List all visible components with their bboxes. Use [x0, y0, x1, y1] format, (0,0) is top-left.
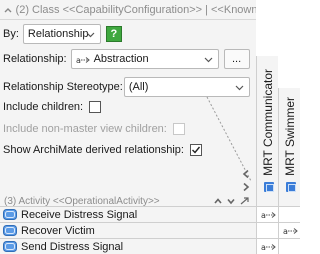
part-icon	[286, 182, 296, 192]
table-row[interactable]: Receive Distress Signal a	[0, 206, 300, 222]
relationship-label: Relationship:	[3, 53, 67, 65]
column-header-mrt-communicator[interactable]: MRT Communicator	[256, 56, 278, 206]
column-label: MRT Swimmer	[283, 97, 297, 176]
expand-down-icon[interactable]	[226, 196, 236, 206]
svg-text:a: a	[261, 243, 266, 252]
matrix-cell[interactable]	[278, 207, 300, 222]
help-button[interactable]: ?	[105, 26, 122, 42]
by-row: By: Relationship ?	[3, 24, 122, 44]
svg-text:a: a	[283, 227, 288, 236]
svg-text:a: a	[76, 56, 81, 65]
checkmark-icon	[191, 146, 201, 154]
relationship-direction-icon	[240, 197, 249, 205]
relationship-select-value: Abstraction	[93, 53, 149, 65]
abstraction-icon: a	[261, 243, 276, 252]
include-nonmaster-label: Include non-master view children:	[3, 123, 167, 135]
collapse-up-icon[interactable]	[213, 196, 223, 206]
table-row[interactable]: Recover Victim a	[0, 222, 300, 238]
row-label: Send Distress Signal	[21, 240, 124, 253]
include-children-label: Include children:	[3, 101, 84, 113]
show-archimate-row: Show ArchiMate derived relationship:	[3, 144, 202, 156]
class-section-header[interactable]: (2) Class <<CapabilityConfiguration>> | …	[0, 0, 256, 20]
row-header: Recover Victim	[0, 223, 256, 238]
abstraction-icon: a	[283, 227, 298, 236]
matrix-cell[interactable]: a	[256, 239, 278, 254]
chevron-down-icon	[235, 85, 244, 91]
matrix-cell[interactable]: a	[278, 223, 300, 238]
row-header: Receive Distress Signal	[0, 207, 256, 222]
include-nonmaster-row: Include non-master view children:	[3, 123, 185, 135]
matrix-cell[interactable]	[256, 223, 278, 238]
scroll-left-icon[interactable]	[241, 169, 251, 179]
activity-icon	[3, 241, 17, 252]
chevron-down-icon	[86, 32, 95, 38]
matrix-cell[interactable]: a	[256, 207, 278, 222]
criteria-panel: (2) Class <<CapabilityConfiguration>> | …	[0, 0, 256, 206]
relationship-row: Relationship: a Abstraction ...	[3, 49, 250, 69]
by-select[interactable]: Relationship	[22, 24, 101, 44]
matrix-cell[interactable]	[278, 239, 300, 254]
chevron-down-icon	[204, 57, 213, 63]
abstraction-icon: a	[76, 56, 90, 65]
activity-icon	[3, 225, 17, 236]
stereotype-row: Relationship Stereotype: (All)	[3, 77, 250, 97]
include-nonmaster-checkbox[interactable]	[172, 123, 185, 135]
include-children-checkbox[interactable]	[89, 101, 102, 113]
row-header: Send Distress Signal	[0, 239, 256, 254]
column-header-mrt-swimmer[interactable]: MRT Swimmer	[278, 88, 300, 206]
class-section-title: (2) Class <<CapabilityConfiguration>> | …	[15, 3, 256, 16]
activity-icon	[3, 209, 17, 220]
stereotype-select[interactable]: (All)	[123, 77, 250, 97]
include-children-row: Include children:	[3, 101, 102, 113]
table-row[interactable]: Send Distress Signal a	[0, 238, 300, 254]
by-select-value: Relationship	[27, 28, 89, 40]
by-label: By:	[3, 28, 19, 40]
show-archimate-checkbox[interactable]	[189, 144, 202, 156]
part-icon	[264, 182, 274, 192]
collapse-icon[interactable]	[2, 3, 14, 16]
row-label: Recover Victim	[21, 224, 95, 237]
row-label: Receive Distress Signal	[21, 208, 138, 221]
stereotype-select-value: (All)	[128, 81, 149, 93]
activity-section-title: (3) Activity <<OperationalActivity>>	[4, 195, 160, 207]
scroll-right-icon[interactable]	[241, 182, 251, 192]
show-archimate-label: Show ArchiMate derived relationship:	[3, 144, 184, 156]
relationship-browse-button[interactable]: ...	[223, 49, 250, 69]
abstraction-icon: a	[261, 211, 276, 220]
stereotype-label: Relationship Stereotype:	[3, 81, 123, 93]
svg-text:a: a	[261, 211, 266, 220]
column-label: MRT Communicator	[261, 69, 275, 176]
relationship-select[interactable]: a Abstraction	[70, 49, 219, 69]
